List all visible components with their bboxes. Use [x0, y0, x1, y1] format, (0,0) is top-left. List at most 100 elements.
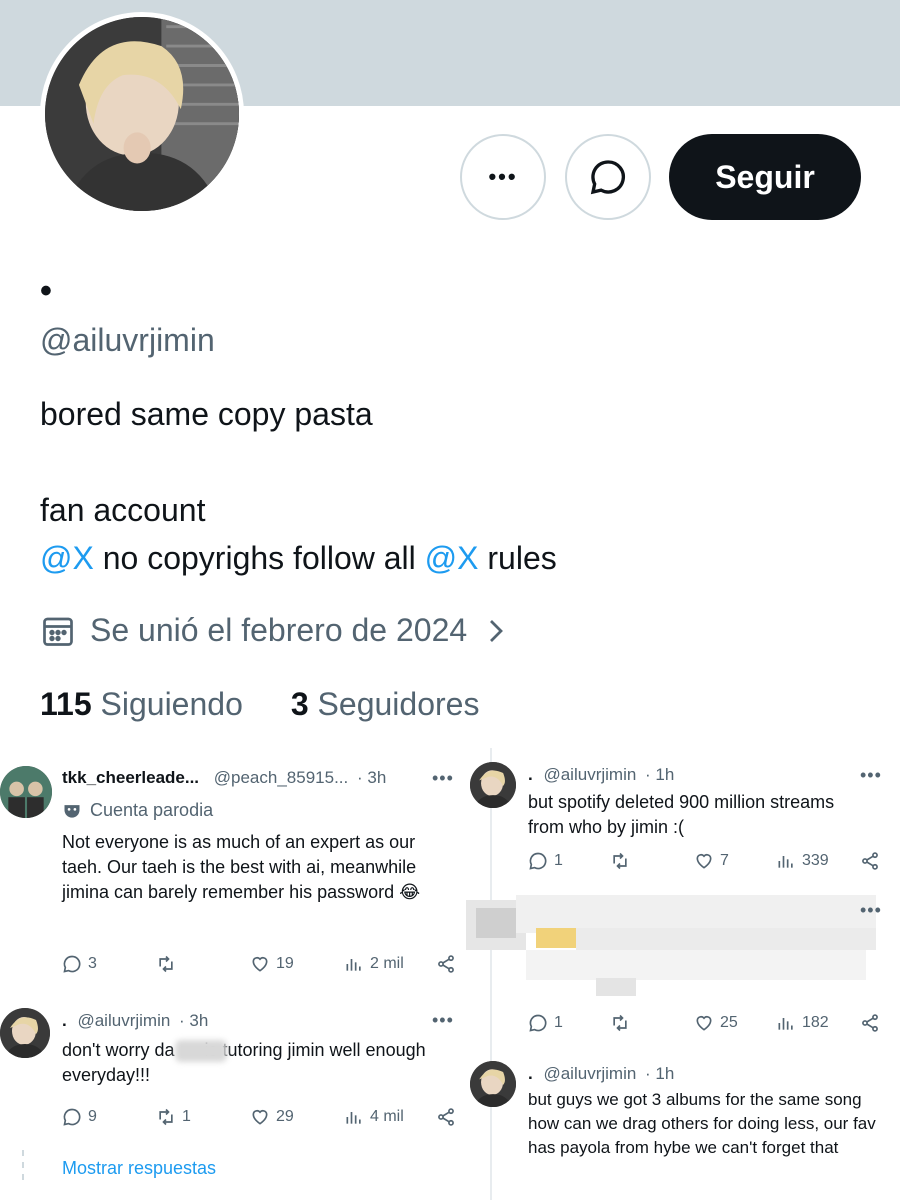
bio-text: no copyrighs follow all [93, 540, 425, 576]
heart-icon [696, 1015, 712, 1031]
mention-link[interactable]: @X [40, 540, 94, 576]
reply-button[interactable]: 1 [528, 1013, 610, 1033]
like-count: 29 [276, 1108, 294, 1125]
share-icon [438, 955, 454, 973]
avatar-image [470, 762, 516, 808]
tweet-text: but spotify deleted 900 million streams … [528, 792, 835, 837]
tweet-actions: 3 19 2 mil [62, 954, 456, 974]
tweet-more-button[interactable]: ••• [432, 1010, 454, 1031]
retweet-button[interactable] [610, 851, 694, 871]
reply-button[interactable]: 1 [528, 851, 610, 871]
tweet-author-handle[interactable]: @peach_85915... [214, 768, 348, 787]
message-icon [590, 160, 625, 195]
avatar-image [470, 1061, 516, 1107]
tweet-more-button[interactable]: ••• [860, 765, 882, 786]
bio-text: rules [478, 540, 557, 576]
views-count: 339 [802, 852, 829, 869]
tweet-header: . @ailuvrjimin · 3h [62, 1011, 208, 1031]
tweet-author-name[interactable]: . [62, 1011, 67, 1030]
tweet-author-handle[interactable]: @ailuvrjimin [77, 1011, 170, 1030]
followers-link[interactable]: 3 Seguidores [291, 686, 480, 723]
share-button[interactable] [860, 851, 880, 871]
like-button[interactable]: 25 [694, 1013, 776, 1033]
profile-handle: @ailuvrjimin [40, 322, 215, 358]
views-count: 182 [802, 1014, 829, 1031]
heart-icon [252, 1109, 268, 1125]
retweet-button[interactable] [156, 954, 250, 974]
heart-icon [252, 956, 268, 972]
views-icon [778, 856, 793, 868]
views-icon [778, 1018, 793, 1030]
share-icon [438, 1108, 454, 1126]
follow-button-label: Seguir [715, 158, 815, 195]
follow-stats: 115 Siguiendo 3 Seguidores [40, 686, 479, 723]
calendar-icon [43, 617, 73, 646]
tweet-time[interactable]: · 3h [179, 1011, 208, 1030]
bio-line-2: fan account [40, 492, 206, 528]
reply-icon [63, 955, 81, 973]
reply-icon [529, 1014, 547, 1032]
reply-icon [63, 1108, 81, 1126]
like-count: 25 [720, 1014, 738, 1031]
like-count: 19 [276, 955, 294, 972]
views-icon [346, 959, 361, 971]
reply-button[interactable]: 9 [62, 1107, 156, 1127]
tweet-time[interactable]: · 1h [645, 765, 674, 784]
views-button[interactable]: 182 [776, 1013, 860, 1033]
like-button[interactable]: 29 [250, 1107, 344, 1127]
views-button[interactable]: 339 [776, 851, 860, 871]
share-icon [862, 1014, 878, 1032]
message-button[interactable] [565, 134, 651, 220]
views-count: 4 mil [370, 1108, 404, 1125]
tweet-actions: 1 7 339 [528, 851, 880, 871]
share-button[interactable] [436, 954, 456, 974]
profile-avatar[interactable] [40, 12, 244, 216]
tweet-time[interactable]: · 3h [357, 768, 386, 787]
more-options-button[interactable]: ••• [460, 134, 546, 220]
tweet-header: . @ailuvrjimin · 1h [528, 1064, 674, 1084]
avatar[interactable] [470, 1061, 516, 1107]
avatar[interactable] [0, 1008, 50, 1058]
tweet-more-button[interactable]: ••• [432, 768, 454, 789]
tweet-author-name[interactable]: . [528, 765, 533, 784]
heart-icon [696, 853, 712, 869]
following-link[interactable]: 115 Siguiendo [40, 686, 243, 723]
follow-button[interactable]: Seguir [669, 134, 861, 220]
avatar-image [0, 1008, 50, 1058]
tweet-text: Not everyone is as much of an expert as … [62, 832, 421, 902]
like-button[interactable]: 19 [250, 954, 344, 974]
tweet-text: but guys we got 3 albums for the same so… [528, 1090, 876, 1157]
views-count: 2 mil [370, 955, 404, 972]
profile-photo [45, 17, 239, 211]
retweet-button[interactable]: 1 [156, 1107, 250, 1127]
bio-line-3: @X no copyrighs follow all @X rules [40, 540, 557, 577]
tweet-author-handle[interactable]: @ailuvrjimin [543, 765, 636, 784]
show-replies-link[interactable]: Mostrar respuestas [62, 1158, 216, 1179]
reply-count: 3 [88, 955, 97, 972]
tweet-author-name[interactable]: tkk_cheerleade... [62, 768, 199, 787]
tweet-author-name[interactable]: . [528, 1064, 533, 1083]
tweet-actions: 9 1 29 4 mil [62, 1107, 456, 1127]
retweet-icon [159, 1108, 173, 1126]
share-button[interactable] [860, 1013, 880, 1033]
tweet-header: tkk_cheerleade... @peach_85915... · 3h [62, 768, 386, 788]
retweet-button[interactable] [610, 1013, 694, 1033]
views-button[interactable]: 4 mil [344, 1107, 436, 1127]
thread-line [22, 1150, 24, 1186]
mention-link[interactable]: @X [425, 540, 479, 576]
like-button[interactable]: 7 [694, 851, 776, 871]
views-icon [346, 1112, 361, 1124]
following-count: 115 [40, 686, 92, 722]
tweet-actions: 1 25 182 [528, 1013, 880, 1033]
joined-date[interactable]: Se unió el febrero de 2024 [40, 612, 511, 649]
tweet-more-button[interactable]: ••• [860, 900, 882, 921]
chevron-right-icon [490, 619, 504, 642]
avatar[interactable] [470, 762, 516, 808]
views-button[interactable]: 2 mil [344, 954, 436, 974]
share-button[interactable] [436, 1107, 456, 1127]
tweet-author-handle[interactable]: @ailuvrjimin [543, 1064, 636, 1083]
like-count: 7 [720, 852, 729, 869]
tweet-time[interactable]: · 1h [645, 1064, 674, 1083]
avatar[interactable] [0, 766, 52, 818]
reply-button[interactable]: 3 [62, 954, 156, 974]
